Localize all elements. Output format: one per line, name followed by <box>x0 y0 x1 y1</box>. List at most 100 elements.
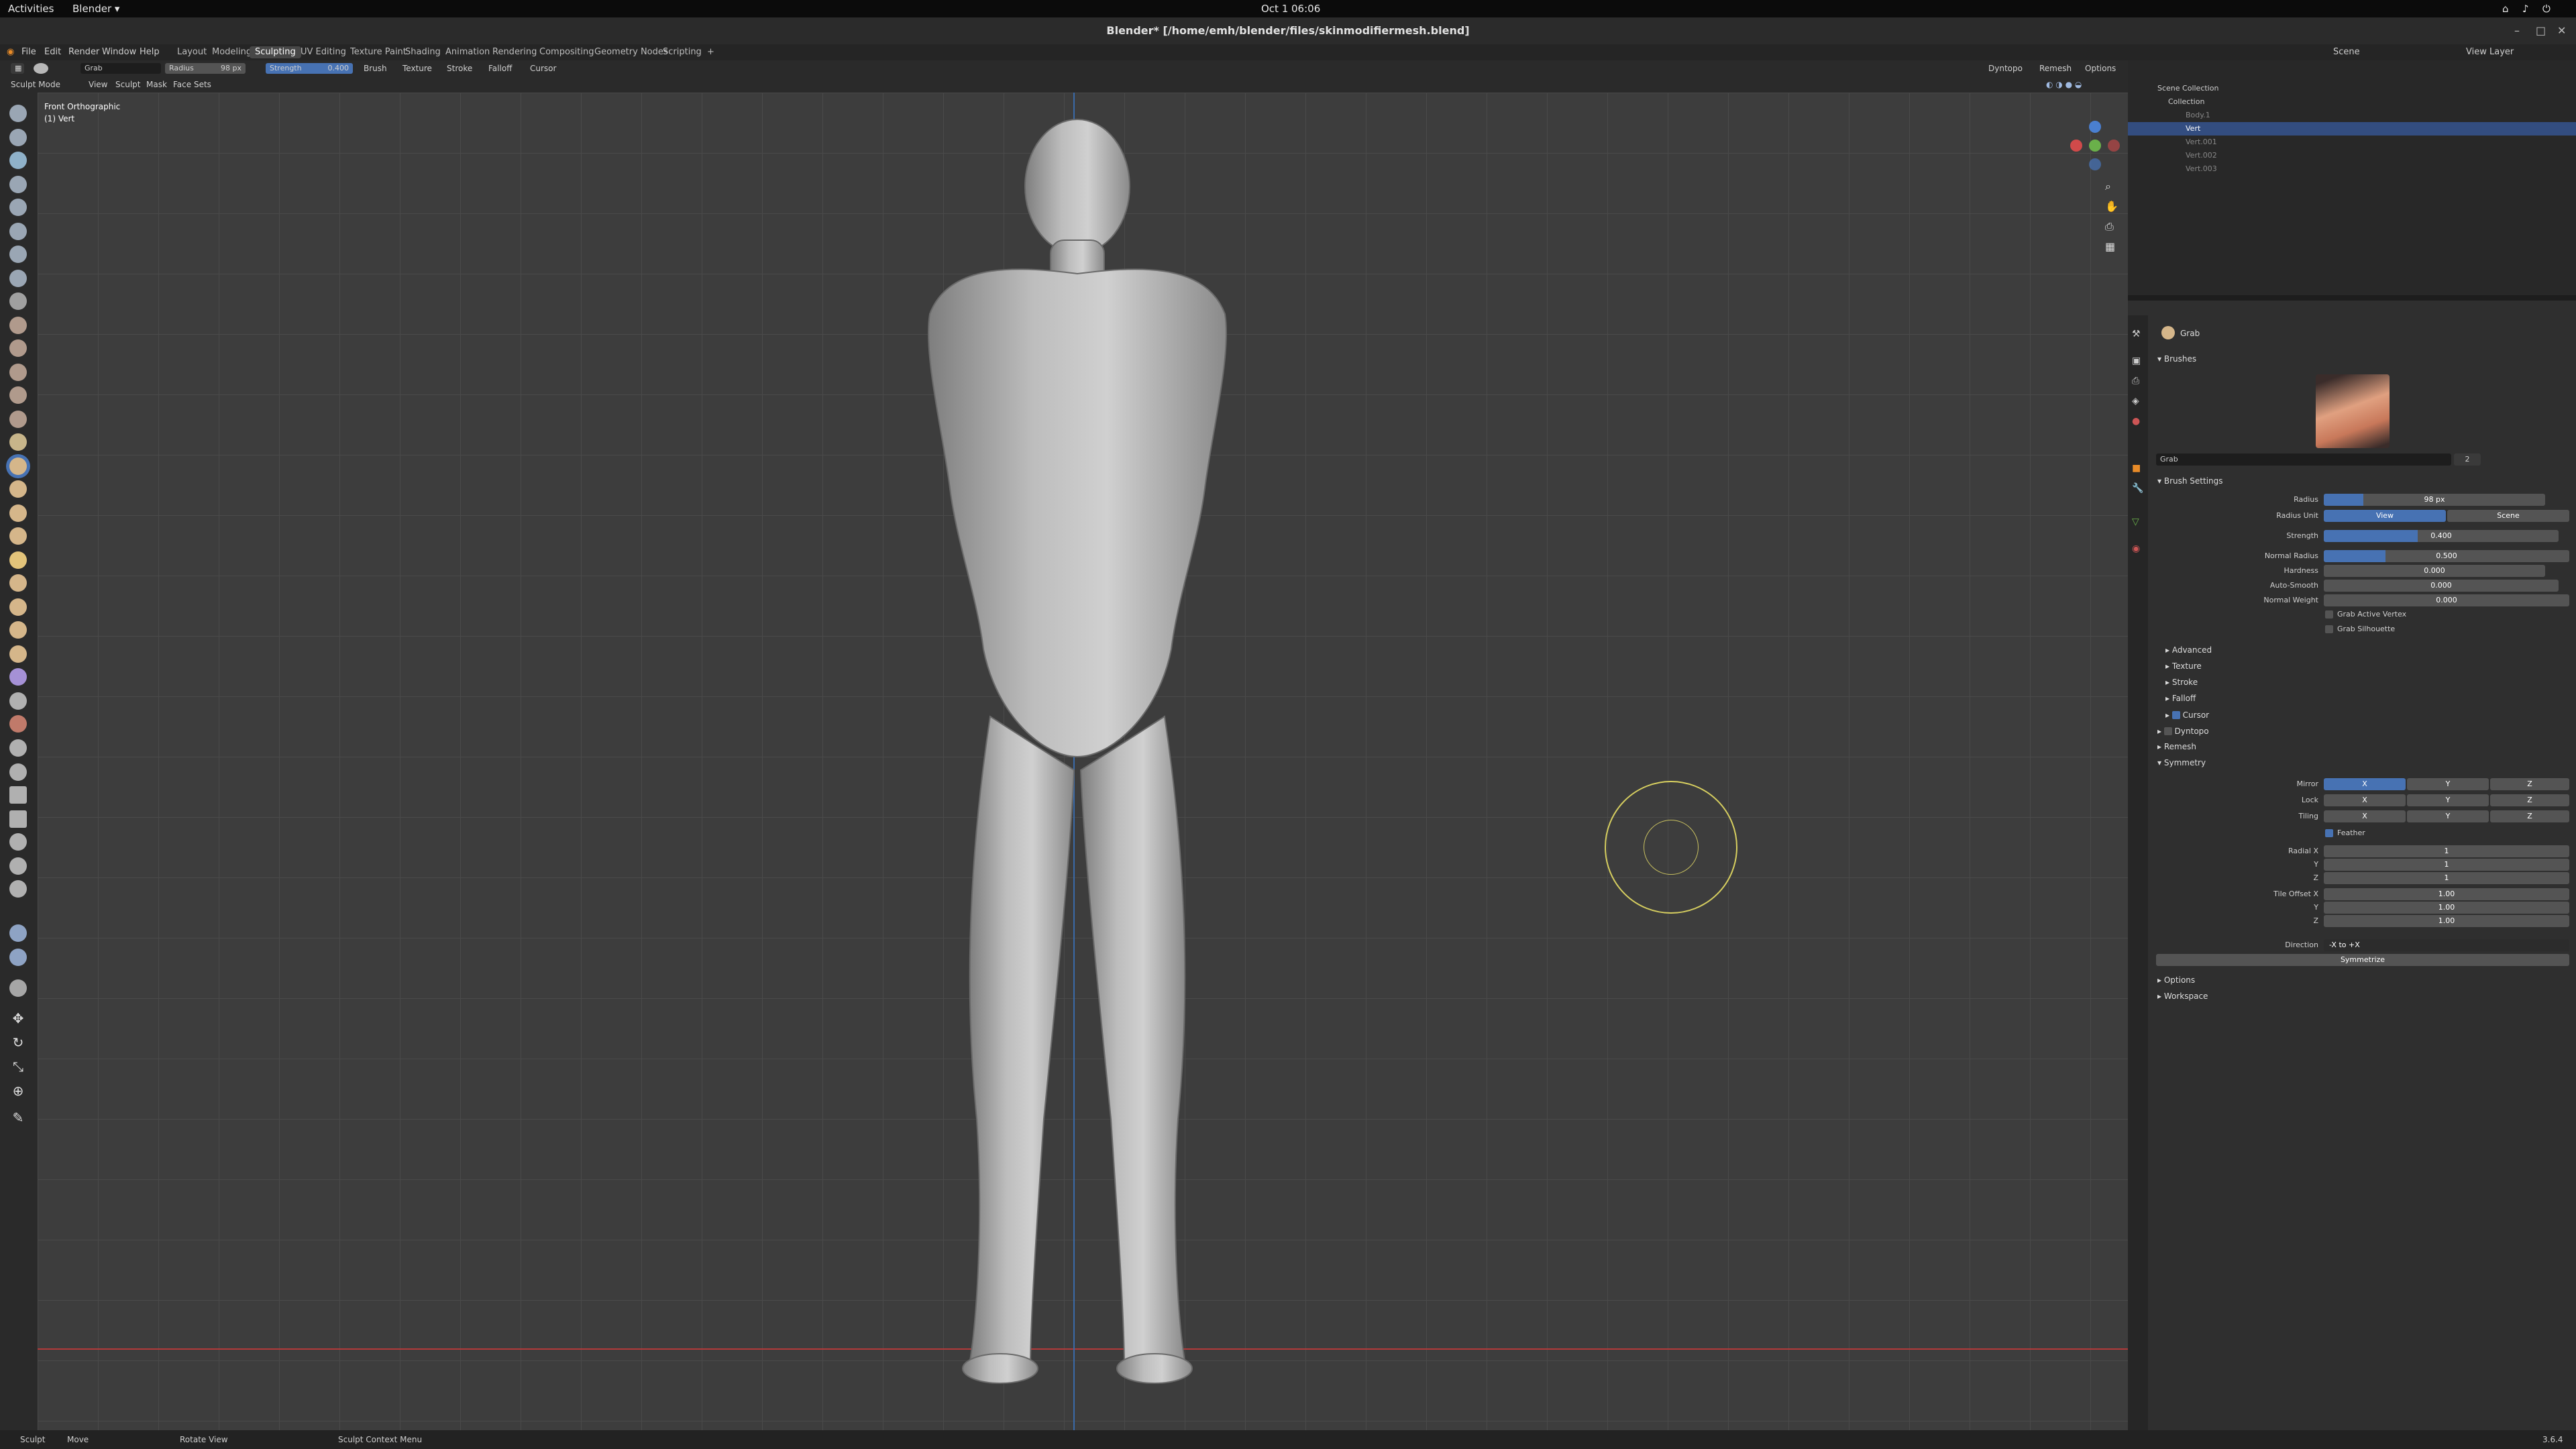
layer-brush-icon[interactable] <box>9 223 27 240</box>
pinch-brush-icon[interactable] <box>9 433 27 451</box>
minimize-icon[interactable]: – <box>2514 24 2520 37</box>
menu-render[interactable]: Render <box>68 47 99 57</box>
options-panel[interactable]: ▸ Options <box>2157 975 2195 985</box>
lock-y-toggle[interactable]: Y <box>2407 794 2489 806</box>
thumb-brush-icon[interactable] <box>9 527 27 545</box>
multires-displacement-icon[interactable] <box>9 763 27 781</box>
draw-brush-icon[interactable] <box>9 105 27 122</box>
normal-radius-slider[interactable]: 0.500 <box>2324 550 2569 562</box>
boundary-brush-icon[interactable] <box>9 645 27 663</box>
clay-thumb-brush-icon[interactable] <box>9 199 27 216</box>
box-face-set-icon[interactable] <box>9 833 27 851</box>
gizmo-neg-x-icon[interactable] <box>2108 140 2120 152</box>
mesh-filter-icon[interactable] <box>9 924 27 942</box>
brush-name-field[interactable]: Grab <box>80 63 161 74</box>
tile-offset-y-field[interactable]: 1.00 <box>2324 902 2569 914</box>
transform-icon[interactable]: ⊕ <box>9 1083 27 1100</box>
mask-brush-icon[interactable] <box>9 715 27 733</box>
mode-selector[interactable]: Sculpt Mode <box>11 80 60 89</box>
scene-tab-icon[interactable]: ◈ <box>2132 396 2139 407</box>
cursor-subpanel[interactable]: ▸ Cursor <box>2165 710 2209 720</box>
rotate-icon[interactable]: ↻ <box>9 1034 27 1052</box>
clay-brush-icon[interactable] <box>9 152 27 169</box>
draw-face-sets-icon[interactable] <box>9 739 27 757</box>
box-hide-icon[interactable] <box>9 810 27 828</box>
brush-settings-header[interactable]: ▾ Brush Settings <box>2157 476 2223 486</box>
volume-icon[interactable]: ♪ <box>2522 3 2529 15</box>
gizmo-neg-z-icon[interactable] <box>2089 158 2101 170</box>
radius-slider[interactable]: 98 px <box>2324 494 2545 506</box>
tab-shading[interactable]: Shading <box>400 46 446 58</box>
sculpt-menu[interactable]: Sculpt <box>115 80 140 89</box>
close-icon[interactable]: ✕ <box>2557 24 2566 37</box>
mirror-z-toggle[interactable]: Z <box>2490 778 2569 790</box>
brush-icon[interactable] <box>34 63 48 74</box>
tab-sculpting[interactable]: Sculpting <box>250 46 301 58</box>
annotate-icon[interactable]: ✎ <box>9 1110 27 1127</box>
power-icon[interactable]: ⏻ <box>2542 3 2551 15</box>
editor-type-icon[interactable]: ▦ <box>11 63 24 74</box>
blob-brush-icon[interactable] <box>9 270 27 287</box>
network-icon[interactable]: ⌂ <box>2502 3 2509 15</box>
radius-field[interactable]: Radius 98 px <box>165 63 246 74</box>
zoom-icon[interactable]: ⌕ <box>2105 180 2111 193</box>
cursor-menu[interactable]: Cursor <box>530 64 556 73</box>
brush-preview-thumbnail[interactable] <box>2316 374 2390 448</box>
falloff-subpanel[interactable]: ▸ Falloff <box>2165 694 2196 703</box>
outliner-row[interactable]: Collection <box>2128 95 2576 109</box>
material-tab-icon[interactable]: ◉ <box>2132 543 2140 554</box>
dyntopo-checkbox[interactable] <box>2163 727 2172 735</box>
view-layer-selector[interactable]: View Layer <box>2466 47 2514 57</box>
world-tab-icon[interactable]: ● <box>2132 416 2140 427</box>
stroke-subpanel[interactable]: ▸ Stroke <box>2165 678 2198 687</box>
tiling-z-toggle[interactable]: Z <box>2490 810 2569 822</box>
menu-window[interactable]: Window <box>102 47 136 57</box>
radial-y-field[interactable]: 1 <box>2324 859 2569 871</box>
menu-help[interactable]: Help <box>140 47 160 57</box>
fill-brush-icon[interactable] <box>9 364 27 381</box>
dyntopo-panel[interactable]: ▸ Dyntopo <box>2157 726 2209 736</box>
outliner-row[interactable]: Body.1 <box>2128 109 2576 122</box>
brush-users-count[interactable]: 2 <box>2454 453 2481 466</box>
outliner-row[interactable]: Vert.003 <box>2128 162 2576 176</box>
menu-edit[interactable]: Edit <box>44 47 61 57</box>
nudge-brush-icon[interactable] <box>9 574 27 592</box>
box-trim-icon[interactable] <box>9 857 27 875</box>
outliner-row-selected[interactable]: Vert <box>2128 122 2576 136</box>
hardness-slider[interactable]: 0.000 <box>2324 565 2545 577</box>
clay-strips-brush-icon[interactable] <box>9 176 27 193</box>
pan-icon[interactable]: ✋ <box>2105 200 2118 213</box>
clock[interactable]: Oct 1 06:06 <box>1261 3 1320 15</box>
grab-brush-icon[interactable] <box>9 458 27 475</box>
tile-offset-z-field[interactable]: 1.00 <box>2324 915 2569 927</box>
sculpt-mesh-figure[interactable] <box>890 113 1265 1414</box>
object-tab-icon[interactable]: ■ <box>2132 463 2141 474</box>
radius-unit-scene-button[interactable]: Scene <box>2447 510 2569 522</box>
grid-icon[interactable]: ▦ <box>2105 240 2115 253</box>
radial-x-field[interactable]: 1 <box>2324 845 2569 857</box>
symmetrize-button[interactable]: Symmetrize <box>2156 954 2569 966</box>
gizmo-y-icon[interactable] <box>2089 140 2101 152</box>
auto-smooth-slider[interactable]: 0.000 <box>2324 580 2559 592</box>
multiplane-scrape-brush-icon[interactable] <box>9 411 27 428</box>
tile-offset-x-field[interactable]: 1.00 <box>2324 888 2569 900</box>
blender-logo-icon[interactable]: ◉ <box>7 47 14 57</box>
options-menu[interactable]: Options <box>2085 64 2116 73</box>
data-tab-icon[interactable]: ▽ <box>2132 517 2139 527</box>
inflate-brush-icon[interactable] <box>9 246 27 263</box>
strength-slider[interactable]: 0.400 <box>2324 530 2559 542</box>
workspace-panel[interactable]: ▸ Workspace <box>2157 991 2208 1001</box>
crease-brush-icon[interactable] <box>9 292 27 310</box>
stroke-menu[interactable]: Stroke <box>447 64 472 73</box>
app-menu[interactable]: Blender ▾ <box>72 3 119 15</box>
strength-field[interactable]: Strength 0.400 <box>266 63 353 74</box>
view-menu[interactable]: View <box>89 80 107 89</box>
lock-x-toggle[interactable]: X <box>2324 794 2406 806</box>
dyntopo-menu[interactable]: Dyntopo <box>1988 64 2023 73</box>
shading-modes-icon[interactable]: ◐ ◑ ● ◒ <box>2046 80 2082 89</box>
tiling-x-toggle[interactable]: X <box>2324 810 2406 822</box>
scale-icon[interactable]: ⤡ <box>9 1059 27 1076</box>
gizmo-z-icon[interactable] <box>2089 121 2101 133</box>
mirror-y-toggle[interactable]: Y <box>2407 778 2489 790</box>
face-sets-menu[interactable]: Face Sets <box>173 80 211 89</box>
